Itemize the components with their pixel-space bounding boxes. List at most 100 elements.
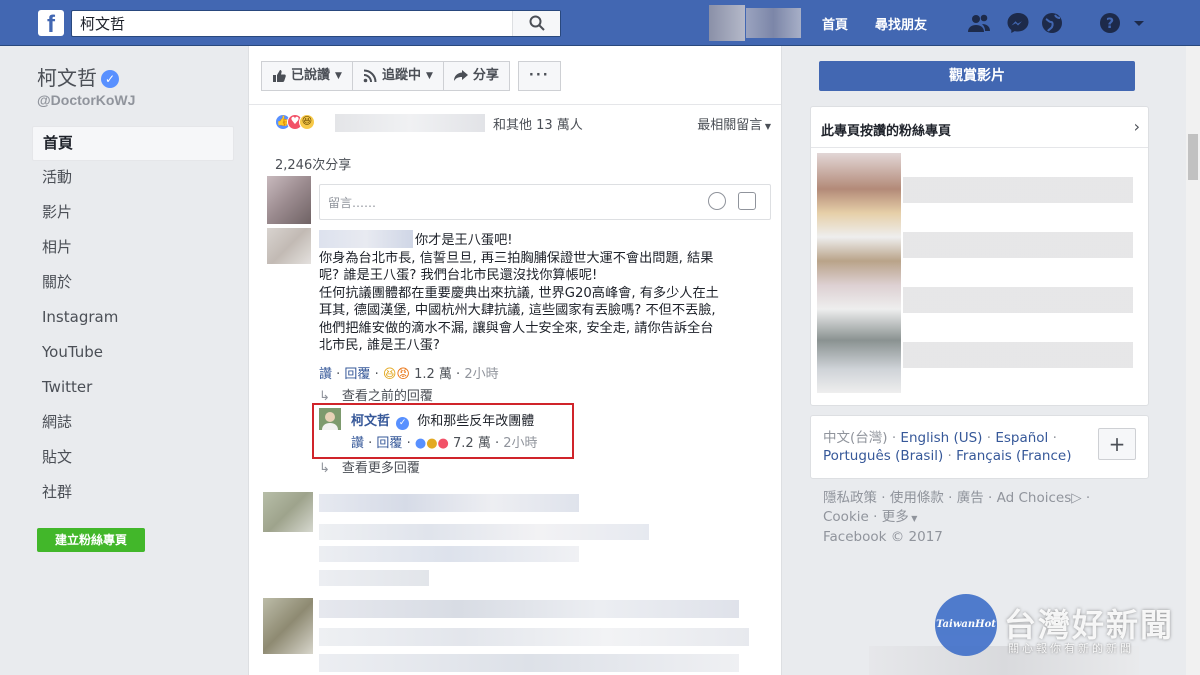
liked-pages-title[interactable]: 此專頁按讚的粉絲專頁 (821, 120, 951, 139)
haha-reaction-icon: 😆 (299, 114, 315, 130)
comment-line: 你身為台北市長, 信誓旦旦, 再三拍胸脯保證世大運不會出問題, 結果 (319, 250, 714, 266)
emoji-icon[interactable] (708, 192, 726, 210)
search-button[interactable] (512, 11, 560, 36)
page-name-text[interactable]: 柯文哲 (37, 66, 97, 90)
sort-label: 最相關留言 (697, 118, 763, 133)
share-arrow-icon (453, 70, 468, 81)
language-option[interactable]: English (US) (900, 430, 982, 446)
ads-link[interactable]: 廣告 (957, 490, 984, 506)
sidebar-item-videos[interactable]: 影片 (32, 196, 234, 231)
sidebar-item-posts[interactable]: 貼文 (32, 441, 234, 476)
more-link[interactable]: 更多 (882, 509, 909, 525)
page-sidebar-nav: 首頁 活動 影片 相片 關於 Instagram YouTube Twitter… (32, 126, 234, 511)
facebook-logo-icon[interactable]: f (38, 10, 64, 36)
comment-reply-link[interactable]: 回覆 (344, 367, 370, 382)
add-language-button[interactable]: + (1098, 428, 1136, 460)
notifications-globe-icon[interactable] (1040, 12, 1064, 34)
help-icon[interactable]: ? (1098, 12, 1122, 34)
comment-line: 他們把維安做的滴水不漏, 讓與會人士安全來, 安全走, 請你告訴全台 (319, 320, 714, 336)
current-language: 中文(台灣) (823, 430, 888, 446)
sidebar-item-instagram[interactable]: Instagram (32, 301, 234, 336)
comment-composer[interactable]: 留言…… (319, 184, 771, 220)
copyright: Facebook © 2017 (823, 529, 943, 545)
search-box[interactable] (71, 10, 561, 37)
sidebar-item-home[interactable]: 首頁 (32, 126, 234, 161)
profile-name[interactable] (746, 8, 801, 38)
page-action-bar: 已說讚 ▼ 追蹤中 ▼ 分享 ··· (261, 61, 561, 92)
page-scrollbar[interactable] (1186, 46, 1200, 675)
sidebar-item-events[interactable]: 活動 (32, 161, 234, 196)
page-username[interactable]: @DoctorKoWJ (37, 92, 135, 108)
ad-choices-link[interactable]: Ad Choices (997, 490, 1072, 506)
more-options-button[interactable]: ··· (517, 61, 561, 91)
sidebar-item-photos[interactable]: 相片 (32, 231, 234, 266)
language-option[interactable]: Português (Brasil) (823, 448, 943, 464)
reactor-names[interactable] (335, 114, 485, 132)
profile-avatar[interactable] (709, 5, 745, 41)
comment-body: 你才是王八蛋吧! 你身為台北市長, 信誓旦旦, 再三拍胸脯保證世大運不會出問題,… (319, 232, 769, 355)
view-more-replies-label: 查看更多回覆 (341, 461, 420, 476)
create-page-button[interactable]: 建立粉絲專頁 (37, 528, 145, 552)
sidebar-item-youtube[interactable]: YouTube (32, 336, 234, 371)
search-icon (529, 15, 545, 31)
chevron-down-icon: ▼ (908, 514, 918, 523)
comment-placeholder: 留言…… (328, 196, 377, 210)
comment-timestamp[interactable]: 2小時 (464, 367, 498, 382)
watermark-subtitle: 關心報你有新的新聞 (1008, 642, 1134, 655)
reply-arrow-icon: ↳ (319, 461, 330, 476)
chevron-down-icon: ▼ (335, 71, 342, 81)
terms-link[interactable]: 使用條款 (890, 490, 944, 506)
liked-pages-names[interactable] (903, 177, 1133, 377)
reactions-others-text[interactable]: 和其他 13 萬人 (493, 114, 583, 133)
liked-label: 已說讚 (291, 68, 331, 83)
blurred-comment (263, 598, 313, 654)
comment-reaction-count[interactable]: 1.2 萬 (414, 367, 452, 382)
comment-line: 耳其, 德國漢堡, 中國杭州大肆抗議, 這些國家有丟臉嗎? 不但不丟臉, (319, 303, 716, 318)
view-more-replies-link[interactable]: ↳ 查看更多回覆 (319, 457, 420, 476)
divider (249, 104, 781, 105)
liked-pages-thumbnails[interactable] (817, 153, 901, 393)
ad-choices-icon: ▷ (1071, 490, 1082, 506)
blurred-comment (319, 494, 579, 512)
sidebar-item-notes[interactable]: 網誌 (32, 406, 234, 441)
account-menu-chevron-down-icon[interactable] (1131, 12, 1147, 34)
comment-sort-dropdown[interactable]: 最相關留言 ▼ (697, 114, 771, 133)
avatar (267, 228, 311, 264)
verified-badge-icon: ✓ (101, 70, 119, 88)
sidebar-item-twitter[interactable]: Twitter (32, 371, 234, 406)
messenger-icon[interactable] (1006, 12, 1030, 34)
top-navigation-bar: f 首頁 尋找朋友 ? (0, 0, 1200, 46)
privacy-link[interactable]: 隱私政策 (823, 490, 877, 506)
watch-video-button[interactable]: 觀賞影片 (819, 61, 1135, 91)
view-previous-replies-link[interactable]: ↳ 查看之前的回覆 (319, 385, 433, 404)
language-card: 中文(台灣) · English (US) · Español · Portug… (810, 415, 1149, 479)
language-option[interactable]: Français (France) (956, 448, 1071, 464)
sidebar-item-community[interactable]: 社群 (32, 476, 234, 511)
liked-button[interactable]: 已說讚 ▼ (261, 61, 353, 91)
right-sidebar: 觀賞影片 此專頁按讚的粉絲專頁 › 中文(台灣) · English (US) … (797, 46, 1200, 675)
comment-like-link[interactable]: 讚 (319, 367, 332, 382)
cookie-link[interactable]: Cookie (823, 509, 869, 525)
friend-requests-icon[interactable] (967, 12, 991, 34)
sticker-icon[interactable] (738, 192, 756, 210)
search-input[interactable] (72, 11, 512, 36)
sidebar-item-about[interactable]: 關於 (32, 266, 234, 301)
share-label: 分享 (472, 68, 499, 83)
blurred-comment (263, 492, 313, 532)
divider (811, 147, 1148, 148)
blurred-comment (319, 628, 749, 646)
language-option[interactable]: Español (995, 430, 1048, 446)
nav-find-friends-link[interactable]: 尋找朋友 (875, 14, 927, 33)
comment-actions: 讚 · 回覆 · 😆😡 1.2 萬 · 2小時 (319, 367, 499, 382)
share-button[interactable]: 分享 (443, 61, 510, 91)
following-button[interactable]: 追蹤中 ▼ (352, 61, 444, 91)
page-title[interactable]: 柯文哲 ✓ (37, 62, 119, 91)
chevron-right-icon[interactable]: › (1134, 117, 1140, 136)
scrollbar-thumb[interactable] (1188, 134, 1198, 180)
reactions-summary[interactable]: 👍 ♥ 😆 和其他 13 萬人 最相關留言 ▼ (275, 112, 771, 134)
blurred-comment (319, 600, 739, 618)
share-count[interactable]: 2,246次分享 (275, 154, 351, 173)
blurred-comment (319, 654, 739, 672)
footer-links: 隱私政策 · 使用條款 · 廣告 · Ad Choices▷ · Cookie … (823, 490, 1091, 545)
nav-home-link[interactable]: 首頁 (822, 14, 848, 33)
